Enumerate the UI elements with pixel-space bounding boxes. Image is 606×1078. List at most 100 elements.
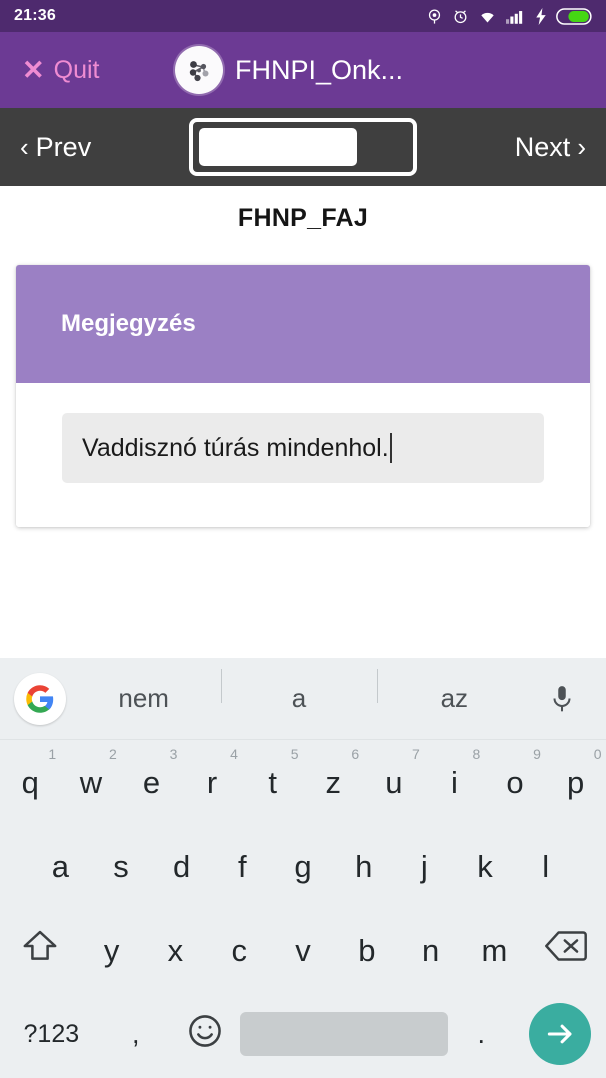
quit-button[interactable]: ✕ Quit [22,56,99,85]
key-number-label: 5 [290,746,299,762]
key-label: g [294,848,312,884]
prev-button[interactable]: ‹ Prev [20,132,91,163]
key-h[interactable]: h [333,824,394,908]
enter-arrow-icon [529,1003,592,1065]
quit-label: Quit [53,55,100,84]
key-s[interactable]: s [91,824,152,908]
key-label: p [567,764,585,800]
status-clock: 21:36 [14,7,56,24]
form-content: FHNP_FAJ Megjegyzés Vaddisznó túrás mind… [0,186,606,660]
key-u[interactable]: 7u [364,740,425,824]
key-label: z [325,764,342,800]
next-button[interactable]: Next › [515,132,586,163]
key-label: a [51,848,69,884]
key-e[interactable]: 3e [121,740,182,824]
emoji-key[interactable] [169,1012,241,1057]
key-number-label: 1 [48,746,57,762]
key-label: u [385,764,403,800]
key-label: , [131,1018,140,1049]
space-key[interactable] [240,1012,449,1056]
app-title-group: FHNPI_Onk... [175,46,403,94]
key-y[interactable]: y [80,908,144,992]
status-bar: 21:36 [0,0,606,32]
status-icon-tray [426,7,594,25]
suggestion-list: nem a az [66,669,532,714]
key-number-label: 4 [230,746,238,762]
next-label: Next [514,131,571,162]
key-label: f [238,848,247,884]
wifi-icon [478,8,497,25]
key-w[interactable]: 2w [61,740,122,824]
key-label: n [421,932,440,968]
key-label: y [103,932,120,968]
key-z[interactable]: 6z [303,740,364,824]
on-screen-keyboard: nem a az 1q 2w 3e 4r 5t 6z 7u 8i 9o 0 p … [0,658,606,1078]
key-label: c [231,932,247,968]
key-label: i [451,764,458,800]
key-x[interactable]: x [144,908,208,992]
key-number-label: 7 [411,746,420,762]
question-label: Megjegyzés [61,310,196,337]
keyboard-row-4: ?123 , . [0,992,606,1076]
signal-icon [506,8,526,25]
microphone-icon[interactable] [532,684,592,714]
charging-icon [535,7,547,25]
key-d[interactable]: d [151,824,212,908]
key-label: l [542,848,550,884]
key-a[interactable]: a [30,824,91,908]
note-text-input[interactable]: Vaddisznó túrás mindenhol. [62,413,544,483]
form-progress-bar[interactable] [189,118,417,176]
shift-key[interactable] [0,908,80,992]
key-n[interactable]: n [399,908,463,992]
key-j[interactable]: j [394,824,455,908]
key-k[interactable]: k [455,824,516,908]
suggestion-item[interactable]: nem [66,683,221,714]
key-label: . [477,1018,486,1049]
key-o[interactable]: 9o [485,740,546,824]
enter-key[interactable] [514,1003,606,1065]
key-l[interactable]: l [515,824,576,908]
key-m[interactable]: m [463,908,527,992]
key-label: h [355,848,373,884]
key-number-label: 9 [533,746,541,762]
form-group-title: FHNP_FAJ [237,204,369,232]
key-r[interactable]: 4r [182,740,243,824]
key-number-label: 2 [108,746,117,762]
chevron-left-icon: ‹ [20,132,29,162]
key-v[interactable]: v [271,908,335,992]
backspace-delete-icon [545,930,588,970]
symbols-key[interactable]: ?123 [0,1020,103,1049]
text-caret [389,433,392,463]
space-bar-pill [240,1012,449,1056]
key-label: d [173,848,191,884]
note-text-value: Vaddisznó túrás mindenhol. [82,433,389,462]
key-label: r [206,764,218,800]
suggestion-item[interactable]: az [376,669,532,714]
key-label: s [113,848,129,884]
key-i[interactable]: 8i [424,740,485,824]
key-label: x [167,932,184,968]
key-label: k [477,848,493,884]
key-g[interactable]: g [273,824,334,908]
key-p[interactable]: 0p [545,740,606,824]
period-key[interactable]: . [448,1019,514,1050]
battery-icon [556,7,594,25]
suggestion-item[interactable]: a [221,669,376,714]
key-q[interactable]: 1q [0,740,61,824]
key-label: ?123 [23,1019,80,1048]
comma-key[interactable]: , [103,1019,169,1050]
question-card-body: Vaddisznó túrás mindenhol. [16,383,590,527]
key-c[interactable]: c [207,908,271,992]
key-label: e [142,764,161,800]
keyboard-row-3: y x c v b n m [0,908,606,992]
key-number-label: 3 [169,746,178,762]
key-number-label: 0 [593,746,602,762]
key-b[interactable]: b [335,908,399,992]
shift-up-arrow-icon [21,928,59,972]
phone-screen: 21:36 ✕ Quit FHNPI_Onk... ‹ Prev Next › … [0,0,606,1078]
form-nav-bar: ‹ Prev Next › [0,108,606,186]
backspace-key[interactable] [526,908,606,992]
google-logo-icon[interactable] [14,672,66,725]
key-f[interactable]: f [212,824,273,908]
key-t[interactable]: 5t [242,740,303,824]
